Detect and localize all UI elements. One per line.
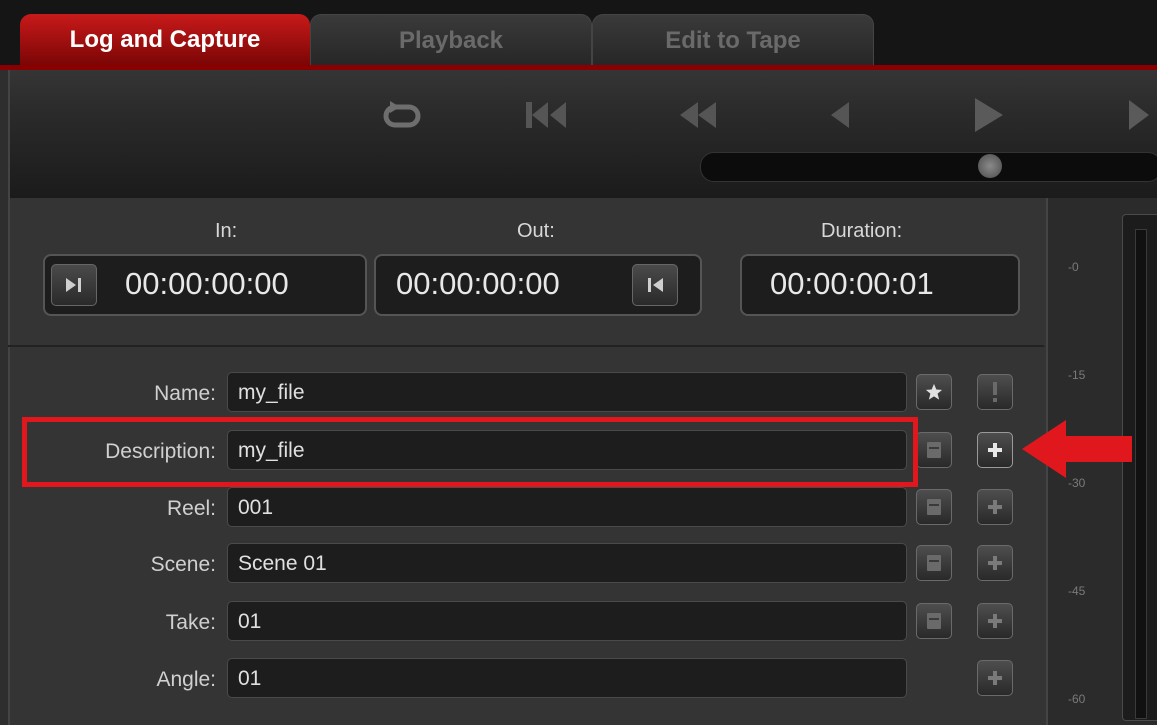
reel-clapper-button[interactable] xyxy=(916,489,952,525)
reel-field[interactable]: 001 xyxy=(227,487,907,527)
star-icon xyxy=(925,383,943,400)
take-label: Take: xyxy=(165,611,216,634)
arrow-icon xyxy=(1022,420,1132,478)
take-add-button[interactable] xyxy=(977,603,1013,639)
duration-label: Duration: xyxy=(821,220,903,242)
angle-label: Angle: xyxy=(156,668,216,691)
name-field[interactable]: my_file xyxy=(227,372,907,412)
meter-label-60: -60 xyxy=(1068,692,1086,706)
reel-label: Reel: xyxy=(166,497,216,520)
loop-icon xyxy=(383,101,421,128)
scene-label: Scene: xyxy=(150,553,216,576)
rewind-button[interactable] xyxy=(668,90,728,140)
rewind-icon xyxy=(680,102,716,128)
meter-label-45: -45 xyxy=(1068,584,1086,598)
scene-clapper-button[interactable] xyxy=(916,545,952,581)
mark-out-button[interactable] xyxy=(632,264,678,306)
mark-in-button[interactable] xyxy=(51,264,97,306)
reel-add-button[interactable] xyxy=(977,489,1013,525)
exclamation-icon xyxy=(993,382,997,402)
jog-shuttle-slider[interactable] xyxy=(700,152,1157,182)
duration-timecode-field: 00:00:00:01 xyxy=(740,254,1020,316)
take-clapper-button[interactable] xyxy=(916,603,952,639)
scene-field[interactable]: Scene 01 xyxy=(227,543,907,583)
description-clapper-button[interactable] xyxy=(916,432,952,468)
highlight-box xyxy=(22,417,918,487)
meter-label-0: -0 xyxy=(1068,260,1079,274)
description-add-button[interactable] xyxy=(977,432,1013,468)
out-label: Out: xyxy=(517,220,555,242)
out-timecode-field[interactable]: 00:00:00:00 xyxy=(374,254,702,316)
tab-bar: Log and Capture Playback Edit to Tape xyxy=(0,0,1157,70)
plus-icon xyxy=(988,443,1002,457)
go-to-start-button[interactable] xyxy=(516,90,576,140)
play-icon xyxy=(975,98,1003,132)
loop-button[interactable] xyxy=(372,90,432,140)
in-timecode-value: 00:00:00:00 xyxy=(125,266,289,301)
in-label: In: xyxy=(215,220,238,242)
tab-log-and-capture[interactable]: Log and Capture xyxy=(20,14,310,66)
in-timecode-field[interactable]: 00:00:00:00 xyxy=(43,254,367,316)
step-forward-icon xyxy=(1129,100,1149,130)
shuttle-knob[interactable] xyxy=(978,154,1002,178)
clapper-icon xyxy=(927,499,941,515)
play-button[interactable] xyxy=(958,90,1018,140)
plus-icon xyxy=(988,671,1002,685)
log-info-panel: Name: my_file Description: my_file Reel:… xyxy=(8,347,1046,725)
take-field[interactable]: 01 xyxy=(227,601,907,641)
mark-good-button[interactable] xyxy=(916,374,952,410)
out-timecode-value: 00:00:00:00 xyxy=(396,266,560,301)
angle-field[interactable]: 01 xyxy=(227,658,907,698)
angle-add-button[interactable] xyxy=(977,660,1013,696)
transport-controls xyxy=(8,70,1157,198)
plus-icon xyxy=(988,556,1002,570)
mark-out-icon xyxy=(648,278,663,292)
name-label: Name: xyxy=(154,382,216,405)
mark-in-icon xyxy=(66,278,81,292)
scene-add-button[interactable] xyxy=(977,545,1013,581)
tab-playback[interactable]: Playback xyxy=(310,14,592,67)
clapper-icon xyxy=(927,442,941,458)
clapper-icon xyxy=(927,613,941,629)
clapper-icon xyxy=(927,555,941,571)
plus-icon xyxy=(988,614,1002,628)
timecode-panel: In: Out: Duration: 00:00:00:00 00:00:00:… xyxy=(8,198,1046,346)
step-back-button[interactable] xyxy=(810,90,870,140)
duration-timecode-value: 00:00:00:01 xyxy=(770,266,934,301)
step-forward-button[interactable] xyxy=(1108,90,1157,140)
tab-edit-to-tape[interactable]: Edit to Tape xyxy=(592,14,874,67)
meter-label-15: -15 xyxy=(1068,368,1086,382)
meter-level-bar xyxy=(1135,229,1147,719)
prompt-button[interactable] xyxy=(977,374,1013,410)
plus-icon xyxy=(988,500,1002,514)
step-back-icon xyxy=(831,102,849,128)
go-to-start-icon xyxy=(526,102,566,128)
